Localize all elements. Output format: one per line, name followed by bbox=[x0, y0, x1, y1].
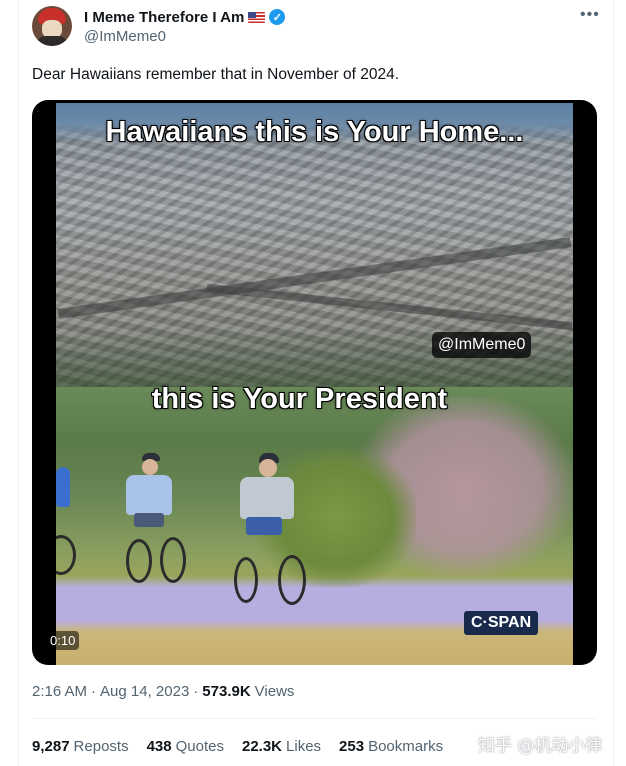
cyclist-left-edge bbox=[56, 467, 70, 507]
cyclist-head bbox=[142, 459, 158, 475]
video-timecode: 0:10 bbox=[46, 631, 80, 650]
video-player[interactable]: Hawaiians this is Your Home... this is Y… bbox=[32, 100, 597, 665]
bookmarks-label: Bookmarks bbox=[368, 738, 444, 755]
quotes-label: Quotes bbox=[175, 738, 224, 755]
cyclist-shirt bbox=[240, 477, 294, 519]
video-caption-top: Hawaiians this is Your Home... bbox=[105, 116, 524, 148]
author-handle[interactable]: @ImMeme0 bbox=[84, 28, 166, 45]
author-name-row[interactable]: I Meme Therefore I Am ✓ bbox=[84, 7, 286, 27]
video-caption-bottom: this is Your President bbox=[151, 383, 448, 415]
tweet-time[interactable]: 2:16 AM bbox=[32, 683, 87, 700]
cspan-logo: C·SPAN bbox=[464, 611, 539, 635]
tweet-date[interactable]: Aug 14, 2023 bbox=[100, 683, 189, 700]
reposts-stat[interactable]: 9,287 Reposts bbox=[32, 738, 129, 755]
meta-separator: · bbox=[193, 683, 199, 700]
video-watermark: @ImMeme0 bbox=[432, 332, 532, 358]
likes-stat[interactable]: 22.3K Likes bbox=[242, 738, 321, 755]
bookmarks-stat[interactable]: 253 Bookmarks bbox=[339, 738, 443, 755]
road bbox=[57, 237, 572, 319]
avatar[interactable] bbox=[32, 6, 72, 46]
engagement-stats: 9,287 Reposts 438 Quotes 22.3K Likes 253… bbox=[32, 738, 443, 755]
reposts-label: Reposts bbox=[73, 738, 129, 755]
bookmarks-count: 253 bbox=[339, 738, 365, 755]
bike-wheel bbox=[126, 539, 152, 583]
source-watermark: 知乎 @机动小律 bbox=[478, 736, 603, 756]
road bbox=[206, 283, 573, 331]
bike-wheel bbox=[160, 537, 186, 583]
author-name[interactable]: I Meme Therefore I Am bbox=[84, 9, 244, 26]
cyclist-shirt bbox=[126, 475, 172, 515]
us-flag-icon bbox=[248, 11, 266, 23]
divider bbox=[32, 718, 597, 719]
cyclist-shorts bbox=[134, 513, 164, 527]
tweet-meta: 2:16 AM · Aug 14, 2023 · 573.9K Views bbox=[32, 683, 294, 700]
cyclist-head bbox=[259, 459, 277, 477]
views-label: Views bbox=[254, 683, 295, 700]
quotes-stat[interactable]: 438 Quotes bbox=[147, 738, 224, 755]
likes-label: Likes bbox=[286, 738, 322, 755]
likes-count: 22.3K bbox=[241, 738, 283, 755]
views-count: 573.9K bbox=[202, 683, 251, 700]
meta-separator: · bbox=[91, 683, 97, 700]
bike-wheel bbox=[56, 535, 76, 575]
more-options-icon[interactable]: ••• bbox=[580, 6, 600, 24]
bike-wheel bbox=[278, 555, 306, 605]
tweet-text: Dear Hawaiians remember that in November… bbox=[32, 66, 400, 83]
cyclist-shorts bbox=[246, 517, 282, 535]
quotes-count: 438 bbox=[146, 738, 172, 755]
bike-wheel bbox=[234, 557, 258, 603]
verified-badge-icon[interactable]: ✓ bbox=[269, 9, 286, 25]
reposts-count: 9,287 bbox=[32, 738, 70, 755]
avatar-body bbox=[36, 36, 68, 46]
